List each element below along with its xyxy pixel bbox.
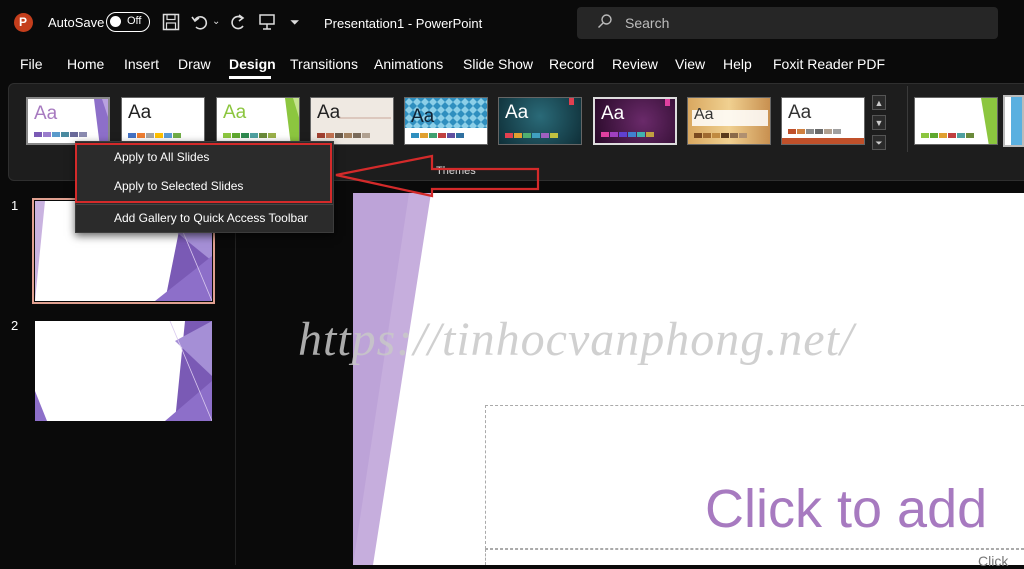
theme-color-bars — [411, 133, 464, 138]
customize-qat-icon[interactable]: ⏷ — [290, 13, 300, 31]
autosave-label: AutoSave — [48, 15, 105, 30]
menu-item-apply-selected-slides[interactable]: Apply to Selected Slides — [114, 179, 243, 193]
variant-thumbnail-1[interactable] — [914, 97, 998, 145]
gallery-scroll-up-icon[interactable]: ▲ — [872, 95, 886, 110]
tab-review[interactable]: Review — [612, 56, 658, 72]
tab-transitions[interactable]: Transitions — [290, 56, 358, 72]
theme-thumbnail-teal[interactable]: Aa — [498, 97, 582, 145]
theme-sample-text: Aa — [128, 102, 152, 123]
powerpoint-logo-icon — [14, 13, 33, 32]
autosave-toggle[interactable]: Off — [106, 12, 150, 32]
theme-color-bars — [34, 132, 87, 137]
tab-record[interactable]: Record — [549, 56, 594, 72]
search-icon — [597, 13, 613, 33]
tab-animations[interactable]: Animations — [374, 56, 443, 72]
theme-color-bars — [694, 133, 747, 138]
tab-foxit-reader-pdf[interactable]: Foxit Reader PDF — [773, 56, 885, 72]
save-icon[interactable] — [162, 13, 180, 35]
theme-sample-text: Aa — [694, 106, 714, 123]
search-box[interactable]: Search — [577, 7, 998, 39]
tab-slide-show[interactable]: Slide Show — [463, 56, 533, 72]
subtitle-placeholder[interactable] — [485, 549, 1024, 565]
tab-draw[interactable]: Draw — [178, 56, 211, 72]
tab-view[interactable]: View — [675, 56, 705, 72]
variant-thumbnail-2[interactable] — [1003, 95, 1024, 147]
slide-number-2: 2 — [11, 318, 19, 333]
tab-design[interactable]: Design — [229, 56, 276, 72]
redo-icon[interactable] — [229, 13, 247, 35]
undo-dropdown-icon[interactable]: ⌄ — [212, 13, 220, 31]
search-placeholder: Search — [625, 15, 670, 31]
theme-thumbnail-purple-dark[interactable]: Aa — [593, 97, 677, 145]
theme-sample-text: Aa — [411, 106, 435, 127]
subtitle-placeholder-text: Click — [978, 553, 1009, 569]
theme-color-bars — [317, 133, 370, 138]
tab-file[interactable]: File — [20, 56, 43, 72]
theme-color-bars — [128, 133, 181, 138]
ribbon-group-separator — [907, 86, 908, 152]
menu-item-add-gallery-to-qat[interactable]: Add Gallery to Quick Access Toolbar — [114, 211, 308, 225]
theme-thumbnail-parchment[interactable]: Aa — [310, 97, 394, 145]
theme-color-bars — [601, 132, 654, 137]
theme-color-bars — [788, 129, 841, 134]
active-tab-indicator — [229, 76, 271, 79]
theme-context-menu: Apply to All Slides Apply to Selected Sl… — [75, 141, 334, 233]
theme-sample-text: Aa — [601, 103, 625, 124]
menu-item-apply-all-slides[interactable]: Apply to All Slides — [114, 150, 209, 164]
toggle-knob — [110, 16, 121, 27]
variant-color-bars — [921, 133, 974, 138]
theme-color-bars — [505, 133, 558, 138]
slide-panel-separator — [235, 190, 236, 565]
theme-sample-text: Aa — [223, 102, 247, 123]
theme-sample-text: Aa — [34, 103, 58, 124]
theme-thumbnail-wood[interactable]: Aa — [687, 97, 771, 145]
present-icon[interactable] — [258, 13, 276, 35]
theme-sample-text: Aa — [505, 102, 529, 123]
theme-thumbnail-office[interactable]: Aa — [121, 97, 205, 145]
theme-thumbnail-pattern[interactable]: Aa — [404, 97, 488, 145]
tab-help[interactable]: Help — [723, 56, 752, 72]
title-placeholder-text: Click to add — [705, 479, 988, 539]
slide-thumbnail-2[interactable] — [35, 321, 212, 421]
autosave-state: Off — [127, 15, 142, 27]
document-title: Presentation1 - PowerPoint — [324, 16, 483, 31]
undo-icon[interactable] — [191, 13, 209, 35]
theme-thumbnail-gray[interactable]: Aa — [781, 97, 865, 145]
menu-separator — [76, 204, 333, 205]
gallery-more-icon[interactable]: ⏷ — [872, 135, 886, 150]
tab-home[interactable]: Home — [67, 56, 104, 72]
tab-insert[interactable]: Insert — [124, 56, 159, 72]
slide-number-1: 1 — [11, 198, 19, 213]
annotation-arrow-icon — [335, 154, 540, 198]
theme-thumbnail-green[interactable]: Aa — [216, 97, 300, 145]
gallery-scroll-down-icon[interactable]: ▼ — [872, 115, 886, 130]
watermark-text: https://tinhocvanphong.net/ — [298, 313, 855, 366]
theme-color-bars — [223, 133, 276, 138]
theme-thumbnail-facet[interactable]: Aa — [26, 97, 110, 145]
